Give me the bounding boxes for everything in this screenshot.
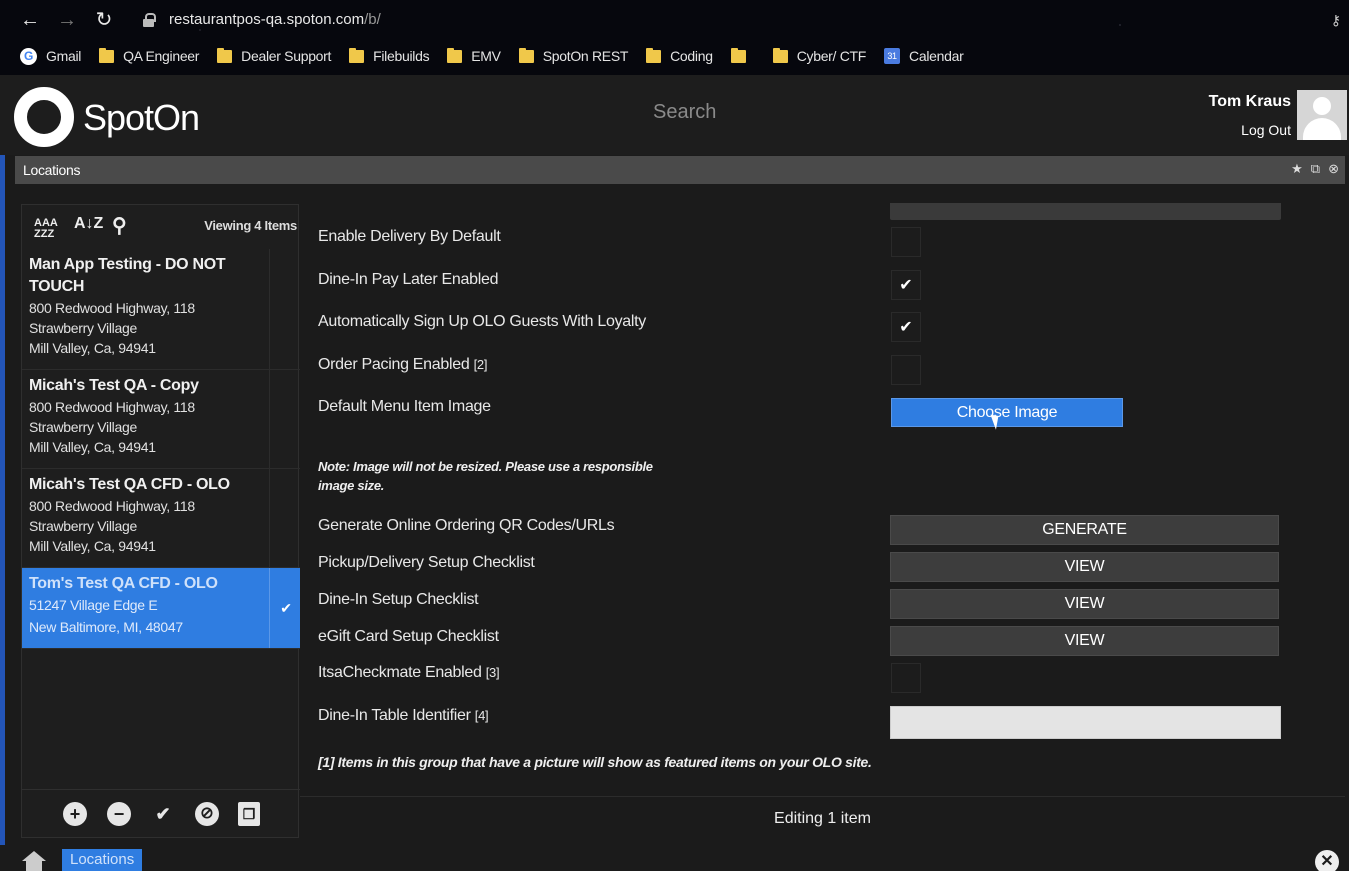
folder-icon	[518, 47, 534, 63]
bookmark-coding[interactable]: Coding	[646, 45, 713, 67]
copy-icon[interactable]: ❐	[238, 802, 260, 826]
lock-icon	[143, 13, 156, 27]
browser-chrome: ← → ↻ restaurantpos-qa.spoton.com/b/ ⚷ G…	[0, 0, 1349, 75]
bottom-taskbar: Locations ✕	[0, 845, 1349, 871]
key-icon[interactable]: ⚷	[1331, 6, 1341, 34]
close-icon[interactable]: ✕	[1315, 850, 1339, 871]
generate-qr-label: Generate Online Ordering QR Codes/URLs	[318, 517, 615, 534]
bookmark-dealer-support[interactable]: Dealer Support	[217, 45, 331, 67]
egift-checklist-label: eGift Card Setup Checklist	[318, 628, 499, 645]
locations-list: AAA ZZZ A↓Z ⚲ Viewing 4 Items Man App Tes…	[21, 204, 300, 838]
enable-delivery-label: Enable Delivery By Default	[318, 228, 501, 245]
auto-signup-checkbox[interactable]: ✔	[891, 312, 921, 342]
google-icon: G	[20, 47, 37, 65]
disable-icon[interactable]: ⊘	[195, 802, 219, 826]
folder-icon	[99, 47, 115, 63]
check-icon[interactable]: ✔	[151, 802, 175, 826]
bookmark-gmail[interactable]: G Gmail	[20, 45, 81, 67]
form-footer: Editing 1 item	[300, 796, 1345, 840]
url-text: restaurantpos-qa.spoton.com/b/	[169, 11, 381, 28]
order-pacing-label: Order Pacing Enabled [2]	[318, 356, 488, 373]
dine-in-pay-later-checkbox[interactable]: ✔	[891, 270, 921, 300]
auto-signup-label: Automatically Sign Up OLO Guests With Lo…	[318, 313, 646, 330]
add-icon[interactable]: +	[63, 802, 87, 826]
folder-icon	[217, 47, 233, 63]
editing-status: Editing 1 item	[774, 810, 871, 827]
panel-title: Locations	[23, 162, 81, 178]
bookmark-filebuilds[interactable]: Filebuilds	[349, 45, 430, 67]
pickup-checklist-label: Pickup/Delivery Setup Checklist	[318, 554, 535, 571]
user-name: Tom Kraus	[1208, 93, 1291, 110]
app-header: SpotOn Search Tom Kraus Log Out	[0, 75, 1349, 155]
logout-link[interactable]: Log Out	[1241, 122, 1291, 138]
dine-in-pay-later-label: Dine-In Pay Later Enabled	[318, 271, 499, 288]
generate-button[interactable]: GENERATE	[890, 515, 1279, 545]
window-restore-icon[interactable]: ⧉	[1311, 161, 1320, 177]
panel-title-bar: Locations ★ ⧉ ⊗	[15, 156, 1345, 184]
dinein-checklist-view-button[interactable]: VIEW	[890, 589, 1279, 619]
bookmark-emv[interactable]: EMV	[447, 45, 501, 67]
reload-icon[interactable]: ↻	[92, 8, 116, 32]
star-icon[interactable]: ★	[1291, 161, 1303, 177]
default-image-label: Default Menu Item Image	[318, 398, 491, 415]
tab-locations[interactable]: Locations	[62, 849, 143, 871]
back-arrow-icon[interactable]: ←	[18, 8, 42, 32]
list-item[interactable]: Man App Testing - DO NOT TOUCH 800 Redwo…	[22, 249, 300, 370]
sort-alpha-icon[interactable]: AAA ZZZ	[34, 218, 58, 240]
bookmark-calendar[interactable]: 31 Calendar	[884, 45, 964, 67]
list-item[interactable]: Micah's Test QA CFD - OLO 800 Redwood Hi…	[22, 469, 300, 568]
home-icon[interactable]	[22, 851, 46, 871]
close-icon[interactable]: ⊗	[1328, 161, 1339, 177]
search-icon[interactable]: ⚲	[112, 213, 127, 238]
enable-delivery-checkbox[interactable]	[891, 227, 921, 257]
bookmark-spoton-rest[interactable]: SpotOn REST	[518, 45, 628, 67]
folder-icon	[447, 47, 463, 63]
choose-image-button[interactable]: Choose Image	[891, 398, 1123, 427]
dinein-checklist-label: Dine-In Setup Checklist	[318, 591, 479, 608]
folder-icon	[646, 47, 662, 63]
pickup-checklist-view-button[interactable]: VIEW	[890, 552, 1279, 582]
bookmark-unnamed[interactable]	[730, 45, 755, 67]
list-footer: + − ✔ ⊘ ❐	[22, 789, 300, 837]
check-icon: ✔	[899, 277, 913, 294]
logo-text: SpotOn	[83, 97, 200, 138]
window-edge	[0, 75, 5, 871]
sort-az-icon[interactable]: A↓Z	[74, 215, 103, 233]
list-item[interactable]: Micah's Test QA - Copy 800 Redwood Highw…	[22, 370, 300, 469]
folder-icon	[349, 47, 365, 63]
calendar-icon: 31	[884, 48, 901, 64]
bookmark-qa-engineer[interactable]: QA Engineer	[99, 45, 199, 67]
list-toolbar: AAA ZZZ A↓Z ⚲ Viewing 4 Items	[22, 205, 300, 247]
check-icon: ✔	[280, 600, 292, 616]
bookmarks-bar: G Gmail QA Engineer Dealer Support Filebu…	[20, 45, 981, 67]
search-input[interactable]: Search	[653, 101, 716, 124]
table-identifier-label: Dine-In Table Identifier [4]	[318, 707, 489, 724]
forward-arrow-icon[interactable]: →	[55, 8, 79, 32]
table-identifier-input[interactable]	[890, 706, 1281, 739]
egift-checklist-view-button[interactable]: VIEW	[890, 626, 1279, 656]
bookmark-cyber-ctf[interactable]: Cyber/ CTF	[772, 45, 866, 67]
order-pacing-checkbox[interactable]	[891, 355, 921, 385]
address-bar[interactable]: restaurantpos-qa.spoton.com/b/ ⚷	[135, 6, 1345, 34]
spoton-logo-icon	[14, 87, 74, 147]
itsacheckmate-checkbox[interactable]	[891, 663, 921, 693]
folder-icon	[730, 47, 746, 63]
folder-icon	[772, 47, 788, 63]
check-icon: ✔	[899, 319, 913, 336]
image-note: Note: Image will not be resized. Please …	[318, 459, 653, 493]
avatar[interactable]	[1297, 90, 1347, 140]
featured-footnote: [1] Items in this group that have a pict…	[318, 754, 872, 770]
scrolled-field	[890, 203, 1281, 220]
itsacheckmate-label: ItsaCheckmate Enabled [3]	[318, 664, 500, 681]
list-item-selected[interactable]: Tom's Test QA CFD - OLO 51247 Village Ed…	[22, 568, 300, 649]
location-settings-form: Enable Delivery By Default Dine-In Pay L…	[300, 195, 1345, 795]
viewing-count: Viewing 4 Items	[204, 218, 297, 233]
remove-icon[interactable]: −	[107, 802, 131, 826]
